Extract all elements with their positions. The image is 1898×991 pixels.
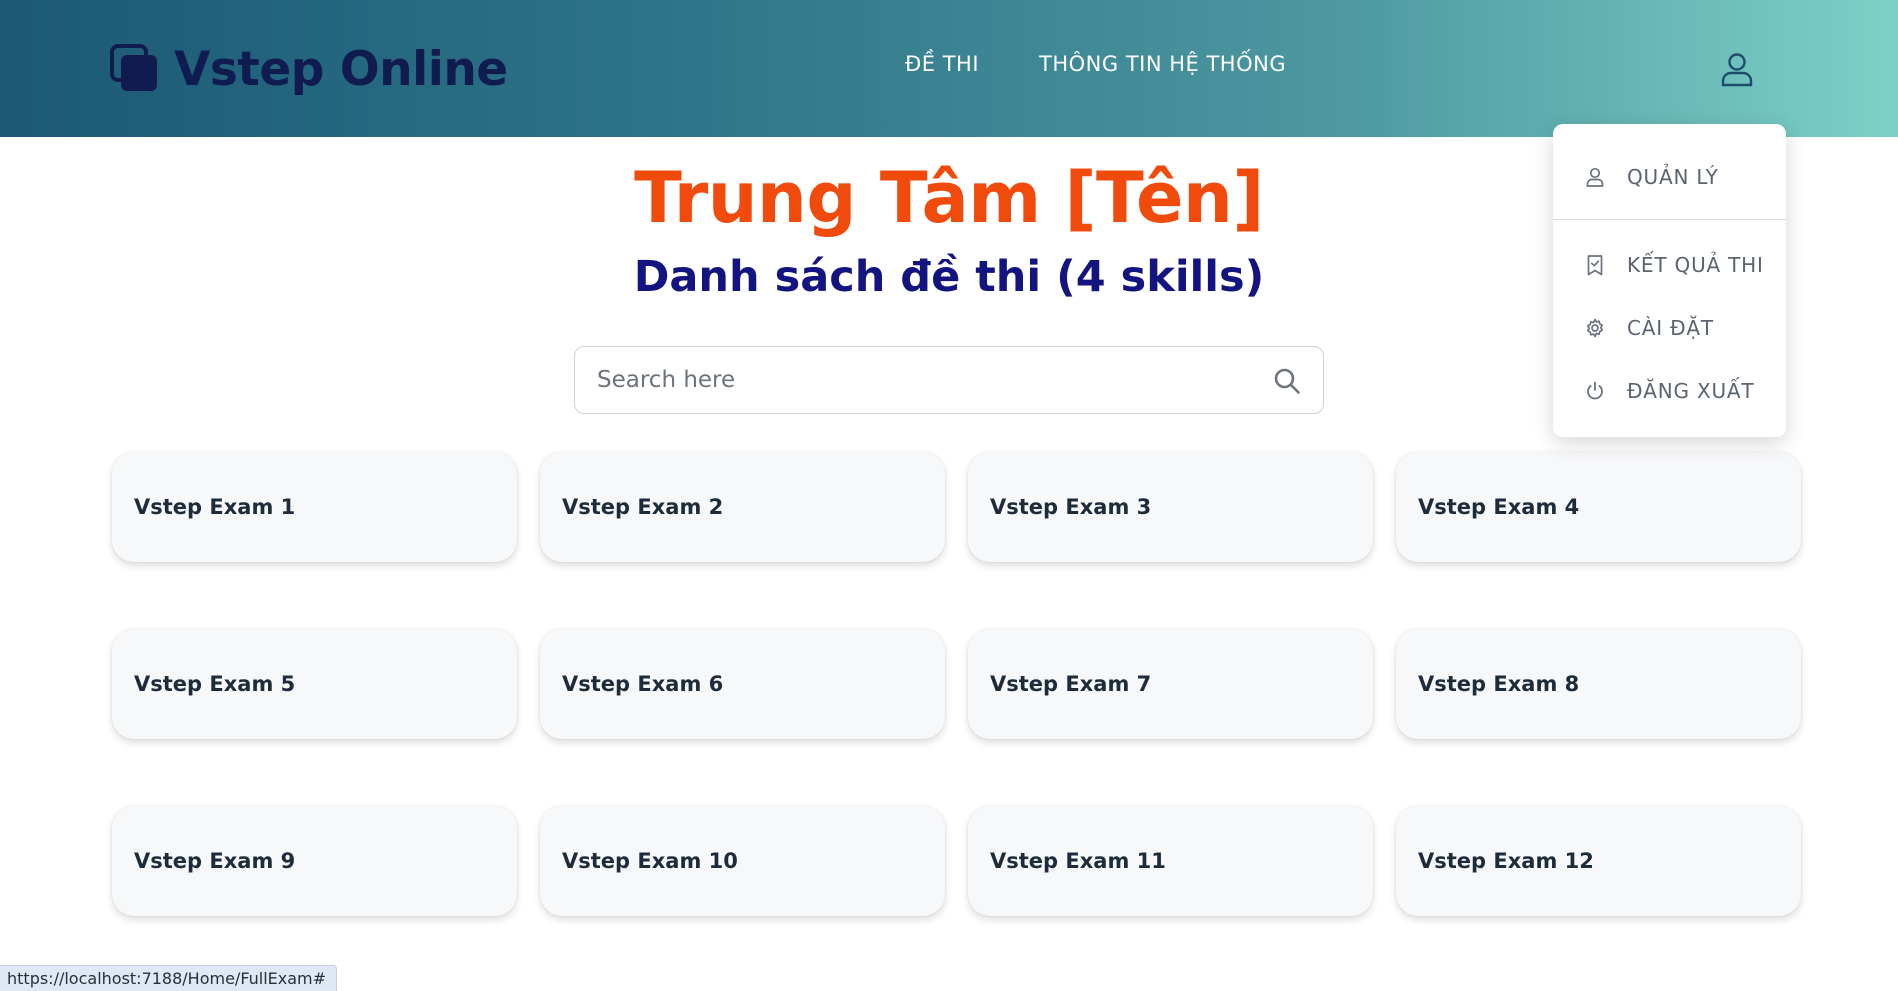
exam-card-label: Vstep Exam 11 bbox=[990, 849, 1166, 873]
menu-item-settings[interactable]: CÀI ĐẶT bbox=[1553, 307, 1786, 349]
search-input[interactable] bbox=[597, 347, 1237, 413]
nav-link-de-thi[interactable]: ĐỀ THI bbox=[905, 52, 979, 76]
browser-status-bar: https://localhost:7188/Home/FullExam# bbox=[0, 965, 338, 991]
menu-item-label: ĐĂNG XUẤT bbox=[1627, 379, 1755, 403]
exam-card-label: Vstep Exam 6 bbox=[562, 672, 724, 696]
exam-card-label: Vstep Exam 5 bbox=[134, 672, 296, 696]
exam-card[interactable]: Vstep Exam 9 bbox=[112, 806, 517, 916]
exam-card-label: Vstep Exam 2 bbox=[562, 495, 724, 519]
exam-card[interactable]: Vstep Exam 2 bbox=[540, 452, 945, 562]
exam-card[interactable]: Vstep Exam 12 bbox=[1396, 806, 1801, 916]
exam-card[interactable]: Vstep Exam 5 bbox=[112, 629, 517, 739]
exam-card[interactable]: Vstep Exam 4 bbox=[1396, 452, 1801, 562]
exam-card-label: Vstep Exam 8 bbox=[1418, 672, 1580, 696]
exam-card[interactable]: Vstep Exam 10 bbox=[540, 806, 945, 916]
top-navbar: Vstep Online ĐỀ THI THÔNG TIN HỆ THỐNG bbox=[0, 0, 1898, 137]
exam-card-label: Vstep Exam 10 bbox=[562, 849, 738, 873]
nav-link-system-info[interactable]: THÔNG TIN HỆ THỐNG bbox=[1039, 52, 1286, 76]
user-dropdown-menu: QUẢN LÝ KẾT QUẢ THI CÀI ĐẶT ĐĂNG XUẤT bbox=[1553, 124, 1786, 437]
stacked-squares-icon bbox=[110, 44, 157, 91]
gear-icon bbox=[1586, 318, 1604, 338]
bookmark-check-icon bbox=[1587, 255, 1603, 276]
exam-card-label: Vstep Exam 7 bbox=[990, 672, 1152, 696]
menu-divider bbox=[1553, 219, 1786, 220]
user-icon bbox=[1586, 167, 1604, 187]
exam-card-label: Vstep Exam 12 bbox=[1418, 849, 1594, 873]
exam-card[interactable]: Vstep Exam 1 bbox=[112, 452, 517, 562]
exam-card[interactable]: Vstep Exam 7 bbox=[968, 629, 1373, 739]
exam-card-label: Vstep Exam 9 bbox=[134, 849, 296, 873]
search-icon[interactable] bbox=[1273, 367, 1301, 395]
menu-item-label: KẾT QUẢ THI bbox=[1627, 253, 1764, 277]
exam-card[interactable]: Vstep Exam 8 bbox=[1396, 629, 1801, 739]
exam-card-label: Vstep Exam 3 bbox=[990, 495, 1152, 519]
menu-item-manage[interactable]: QUẢN LÝ bbox=[1553, 156, 1786, 198]
exam-card[interactable]: Vstep Exam 11 bbox=[968, 806, 1373, 916]
brand-logo-link[interactable]: Vstep Online bbox=[110, 40, 508, 98]
exam-card[interactable]: Vstep Exam 3 bbox=[968, 452, 1373, 562]
power-icon bbox=[1587, 381, 1603, 400]
main-nav: ĐỀ THI THÔNG TIN HỆ THỐNG bbox=[905, 52, 1286, 76]
user-icon[interactable] bbox=[1718, 50, 1756, 88]
search-box bbox=[574, 346, 1324, 414]
exam-card[interactable]: Vstep Exam 6 bbox=[540, 629, 945, 739]
menu-item-label: CÀI ĐẶT bbox=[1627, 316, 1714, 340]
menu-item-exam-results[interactable]: KẾT QUẢ THI bbox=[1553, 244, 1786, 286]
exam-card-label: Vstep Exam 1 bbox=[134, 495, 296, 519]
exam-grid: Vstep Exam 1 Vstep Exam 2 Vstep Exam 3 V… bbox=[112, 452, 1801, 916]
exam-card-label: Vstep Exam 4 bbox=[1418, 495, 1580, 519]
menu-item-logout[interactable]: ĐĂNG XUẤT bbox=[1553, 370, 1786, 412]
brand-name: Vstep Online bbox=[174, 41, 508, 97]
menu-item-label: QUẢN LÝ bbox=[1627, 165, 1719, 189]
